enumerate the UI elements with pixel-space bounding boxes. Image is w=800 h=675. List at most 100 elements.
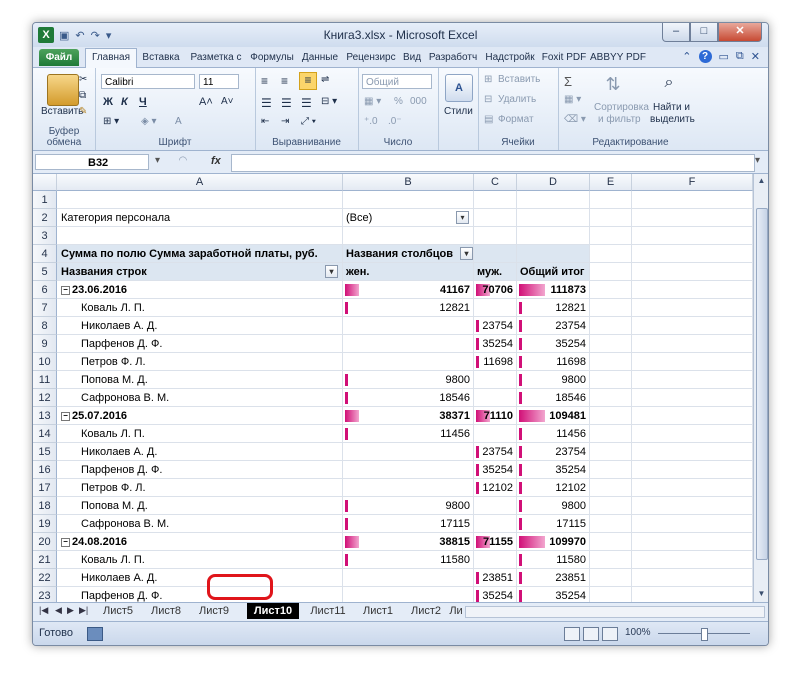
tab-addins[interactable]: Надстройк (482, 49, 538, 66)
cell-c[interactable] (474, 299, 517, 317)
cell-d[interactable]: 11456 (517, 425, 590, 443)
cell-b[interactable]: 11456 (343, 425, 474, 443)
cell-a[interactable]: Сафронова В. М. (57, 515, 343, 533)
cell-f[interactable] (632, 587, 753, 602)
insert-cells-button[interactable]: Вставить (498, 74, 540, 85)
row-header[interactable]: 5 (33, 263, 57, 281)
cell-b[interactable] (343, 227, 474, 245)
tab-insert[interactable]: Вставка (137, 49, 185, 66)
cell-e[interactable] (590, 479, 632, 497)
cell-b[interactable] (343, 353, 474, 371)
cell-b[interactable] (343, 317, 474, 335)
cell-c[interactable]: 23851 (474, 569, 517, 587)
vertical-scroll-thumb[interactable] (756, 208, 768, 560)
format-cells-button[interactable]: Формат (498, 114, 534, 125)
cell-b[interactable] (343, 479, 474, 497)
cell-b[interactable]: (Все) ▾ (343, 209, 474, 227)
close-button[interactable]: ✕ (718, 23, 762, 42)
cell-b[interactable] (343, 443, 474, 461)
decrease-decimal-icon[interactable]: .0⁻ (388, 116, 402, 127)
tab-developer[interactable]: Разработч (425, 49, 481, 66)
cell-d[interactable]: 11580 (517, 551, 590, 569)
cell-d[interactable]: 109481 (517, 407, 590, 425)
number-format-combo[interactable]: Общий (362, 74, 432, 89)
cell-d[interactable]: 23754 (517, 317, 590, 335)
row-header[interactable]: 6 (33, 281, 57, 299)
bold-button[interactable]: Ж (103, 96, 113, 108)
doc-close-icon[interactable]: ✕ (751, 50, 760, 63)
vertical-scrollbar[interactable]: ▲ ▼ (753, 174, 768, 602)
tab-home[interactable]: Главная (85, 48, 137, 68)
cell-d[interactable]: 9800 (517, 371, 590, 389)
row-header[interactable]: 11 (33, 371, 57, 389)
cell-b[interactable] (343, 335, 474, 353)
cell-a[interactable]: Попова М. Д. (57, 371, 343, 389)
function-cancel-icon[interactable]: ◜◝ (179, 155, 187, 166)
cell-f[interactable] (632, 353, 753, 371)
cell-f[interactable] (632, 245, 753, 263)
cell-d[interactable]: 23754 (517, 443, 590, 461)
cell-f[interactable] (632, 191, 753, 209)
cell-c[interactable]: 23754 (474, 317, 517, 335)
cell-b[interactable]: 12821 (343, 299, 474, 317)
collapse-icon[interactable]: − (61, 412, 70, 421)
cell-f[interactable] (632, 299, 753, 317)
row-header[interactable]: 12 (33, 389, 57, 407)
shrink-font-button[interactable]: A˅ (221, 96, 234, 107)
cell-c[interactable]: 11698 (474, 353, 517, 371)
cell-c[interactable] (474, 191, 517, 209)
paste-button[interactable]: Вставить (41, 106, 83, 117)
cell-a[interactable]: Коваль Л. П. (57, 299, 343, 317)
cell-a[interactable] (57, 227, 343, 245)
cell-b[interactable]: 9800 (343, 371, 474, 389)
cell-c[interactable]: 70706 (474, 281, 517, 299)
find-select-label-2[interactable]: выделить (650, 114, 695, 125)
cell-b[interactable]: Названия столбцов ▾ (343, 245, 474, 263)
sort-filter-icon[interactable]: ⇅ (602, 74, 624, 98)
macro-record-icon[interactable] (87, 627, 103, 641)
tab-page-layout[interactable]: Разметка с (186, 49, 246, 66)
grow-font-button[interactable]: A˄ (199, 96, 213, 108)
cell-b[interactable]: 9800 (343, 497, 474, 515)
decrease-indent-icon[interactable]: ⇤ (261, 116, 269, 127)
cell-d[interactable]: 111873 (517, 281, 590, 299)
cell-c[interactable] (474, 227, 517, 245)
cell-e[interactable] (590, 299, 632, 317)
row-header[interactable]: 4 (33, 245, 57, 263)
row-header[interactable]: 7 (33, 299, 57, 317)
cell-f[interactable] (632, 389, 753, 407)
row-header[interactable]: 8 (33, 317, 57, 335)
thousands-button[interactable]: 000 (410, 96, 427, 107)
increase-decimal-icon[interactable]: ⁺.0 (364, 116, 378, 127)
worksheet-grid[interactable]: A B C D E F 1 2 Категория персонала (Все) ▾ 3… (33, 174, 753, 602)
cell-d[interactable]: 35254 (517, 587, 590, 602)
cell-a[interactable]: Коваль Л. П. (57, 425, 343, 443)
cell-c[interactable]: 23754 (474, 443, 517, 461)
column-header-e[interactable]: E (590, 174, 632, 191)
maximize-button[interactable]: □ (690, 23, 718, 42)
increase-indent-icon[interactable]: ⇥ (281, 116, 289, 127)
next-sheet-icon[interactable]: ▶ (67, 605, 74, 616)
insert-function-button[interactable]: fx (211, 155, 221, 167)
sheet-tab[interactable]: Лист11 (303, 603, 353, 619)
collapse-icon[interactable]: − (61, 538, 70, 547)
cell-e[interactable] (590, 245, 632, 263)
cell-b[interactable] (343, 587, 474, 602)
cell-c[interactable]: 35254 (474, 461, 517, 479)
column-header-f[interactable]: F (632, 174, 753, 191)
cell-a[interactable]: Петров Ф. Л. (57, 353, 343, 371)
expand-formula-icon[interactable]: ▾ (755, 155, 760, 166)
cell-d[interactable]: 18546 (517, 389, 590, 407)
format-painter-icon[interactable]: ✎ (79, 106, 87, 117)
cell-f[interactable] (632, 479, 753, 497)
tab-foxit-pdf[interactable]: Foxit PDF (539, 49, 589, 66)
minimize-button[interactable]: – (662, 23, 690, 42)
font-size-combo[interactable]: 11 (199, 74, 239, 89)
normal-view-icon[interactable] (564, 627, 580, 641)
find-select-label-1[interactable]: Найти и (653, 102, 690, 113)
cell-f[interactable] (632, 533, 753, 551)
column-labels-filter-icon[interactable]: ▾ (460, 247, 473, 260)
paste-icon[interactable] (47, 74, 79, 106)
cell-d[interactable]: 17115 (517, 515, 590, 533)
column-header-a[interactable]: A (57, 174, 343, 191)
